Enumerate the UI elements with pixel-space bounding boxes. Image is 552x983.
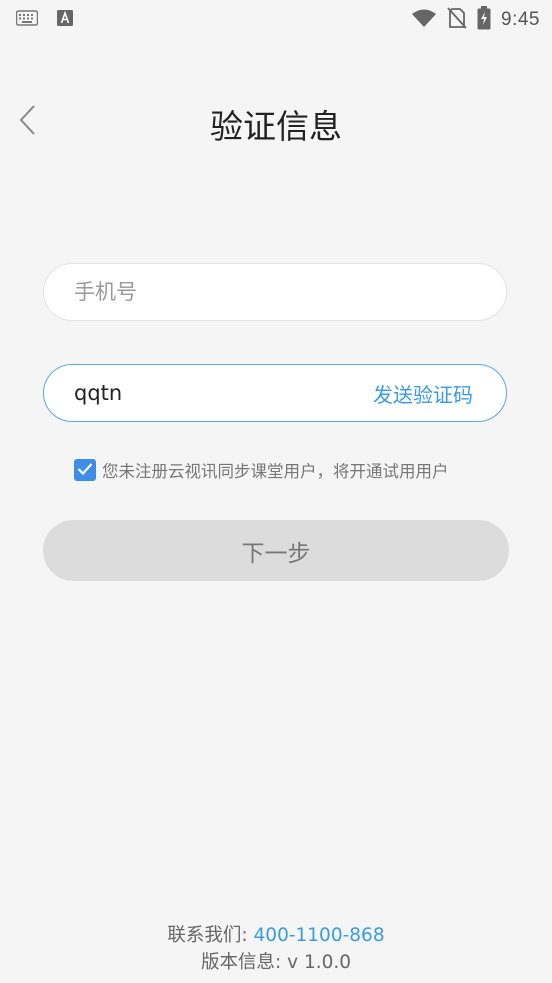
next-button[interactable]: 下一步 <box>43 520 509 581</box>
status-time: 9:45 <box>501 9 540 30</box>
code-field: 发送验证码 <box>43 364 507 422</box>
contact-line: 联系我们: 400-1100-868 <box>0 922 552 949</box>
version-label: 版本信息: <box>200 952 288 973</box>
verification-code-input[interactable] <box>74 365 354 421</box>
page-title: 验证信息 <box>210 107 342 146</box>
font-icon <box>56 9 74 31</box>
agreement-row: 您未注册云视讯同步课堂用户，将开通试用用户 <box>74 458 449 482</box>
agreement-checkbox[interactable] <box>74 459 96 481</box>
keyboard-icon <box>15 10 39 30</box>
agreement-text: 您未注册云视讯同步课堂用户，将开通试用用户 <box>102 462 449 481</box>
check-icon <box>77 461 93 480</box>
send-code-button[interactable]: 发送验证码 <box>373 365 473 421</box>
status-bar: 9:45 <box>0 0 552 36</box>
battery-charging-icon <box>477 6 491 34</box>
no-sim-icon <box>447 7 467 33</box>
contact-label: 联系我们: <box>167 925 254 946</box>
version-line: 版本信息: v 1.0.0 <box>0 949 552 976</box>
phone-field <box>43 263 507 321</box>
phone-input[interactable] <box>74 264 474 320</box>
wifi-icon <box>411 8 437 32</box>
footer: 联系我们: 400-1100-868 版本信息: v 1.0.0 <box>0 922 552 976</box>
contact-phone-link[interactable]: 400-1100-868 <box>254 925 385 946</box>
version-value: v 1.0.0 <box>287 952 352 973</box>
